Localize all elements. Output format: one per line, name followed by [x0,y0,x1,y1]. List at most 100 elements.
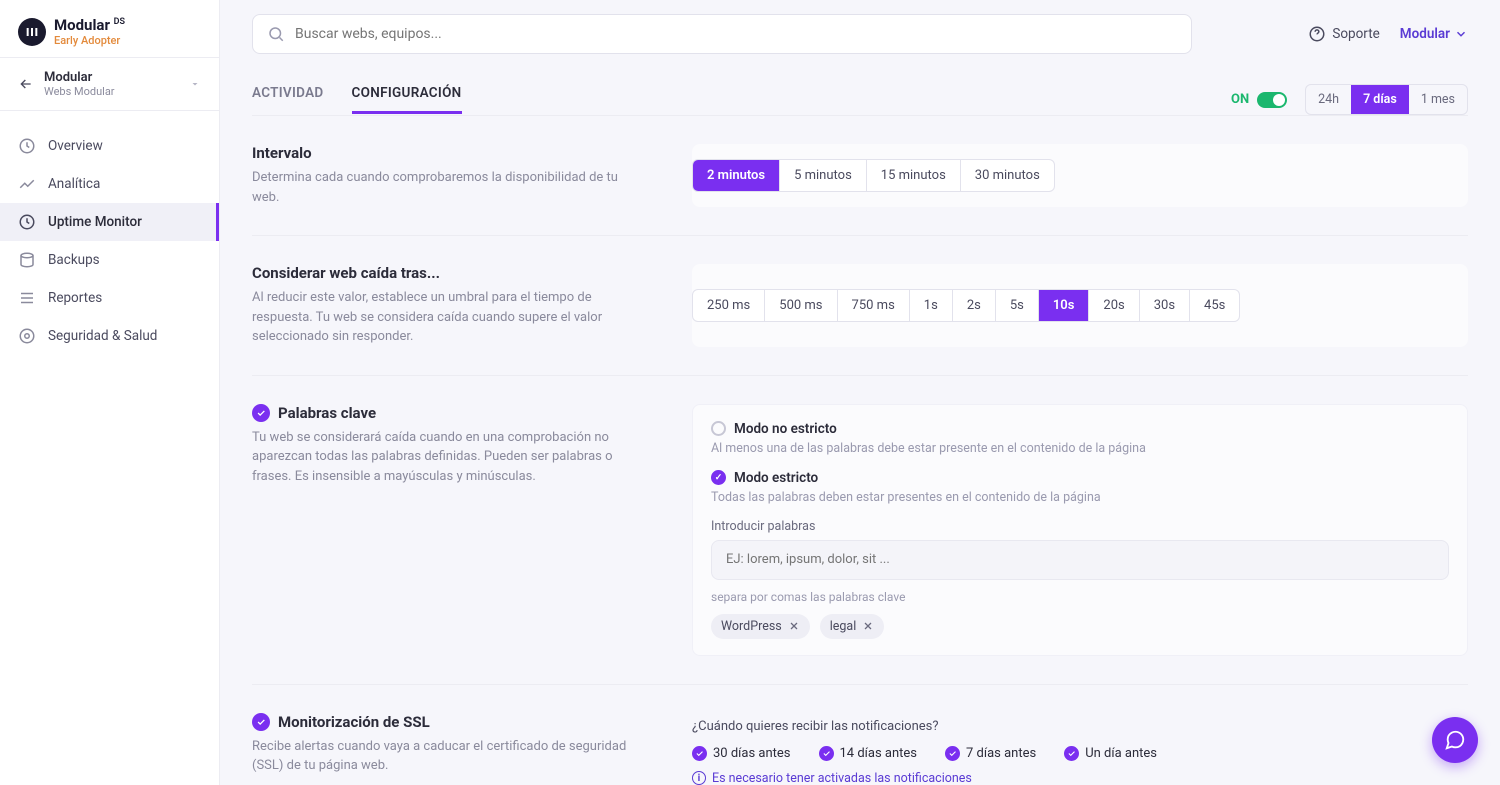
segment-option[interactable]: 750 ms [838,290,910,321]
nav-item-backups[interactable]: Backups [0,241,219,279]
ssl-option-label: Un día antes [1085,746,1157,761]
segment-option[interactable]: 5s [996,290,1039,321]
segment-option[interactable]: 30s [1140,290,1190,321]
segment-option[interactable]: 15 minutos [867,160,961,191]
nav: Overview Analítica Uptime Monitor Backups Re… [0,111,219,371]
ssl-option[interactable]: 30 días antes [692,746,791,761]
tabs-row: ACTIVIDAD CONFIGURACIÓN ON 24h7 días1 mes [252,68,1468,115]
ssl-option[interactable]: 7 días antes [945,746,1036,761]
nav-label: Seguridad & Salud [48,328,157,344]
info-icon: i [692,771,706,785]
downtime-options: 250 ms500 ms750 ms1s2s5s10s20s30s45s [692,289,1240,322]
keyword-chip: WordPress [711,614,810,639]
keywords-input[interactable] [711,540,1449,580]
mode-loose-radio[interactable]: Modo no estricto [711,421,1449,437]
segment-option[interactable]: 20s [1089,290,1139,321]
mode-strict-radio[interactable]: Modo estricto [711,470,1449,486]
ssl-options: 30 días antes 14 días antes 7 días antes Un… [692,746,1468,761]
segment-option[interactable]: 2s [953,290,996,321]
org-sub: Webs Modular [44,85,179,98]
ssl-option-label: 7 días antes [966,746,1036,761]
segment-option[interactable]: 250 ms [693,290,765,321]
content: ACTIVIDAD CONFIGURACIÓN ON 24h7 días1 mes… [220,68,1500,785]
nav-item-uptime-monitor[interactable]: Uptime Monitor [0,203,219,241]
org-name: Modular [44,70,179,85]
list-icon [18,289,36,307]
ssl-title: Monitorización de SSL [252,713,632,731]
keywords-input-hint: separa por comas las palabras clave [711,590,1449,604]
segment-option[interactable]: 10s [1039,290,1090,321]
ssl-option-label: 30 días antes [713,746,791,761]
nav-item-seguridad-salud[interactable]: Seguridad & Salud [0,317,219,355]
nav-label: Uptime Monitor [48,214,142,230]
keywords-desc: Tu web se considerará caída cuando en un… [252,428,632,487]
radio-icon [711,421,726,436]
mode-loose-hint: Al menos una de las palabras debe estar … [711,441,1449,456]
org-switcher[interactable]: Modular Webs Modular [0,57,219,111]
keywords-title: Palabras clave [252,404,632,422]
brand-name: Modular DS [54,16,125,34]
close-icon[interactable] [788,620,800,632]
tab-configuración[interactable]: CONFIGURACIÓN [352,85,462,114]
segment-option[interactable]: 500 ms [765,290,837,321]
ssl-option[interactable]: Un día antes [1064,746,1157,761]
ssl-option[interactable]: 14 días antes [819,746,918,761]
trend-icon [18,175,36,193]
toggle-switch[interactable] [1257,92,1287,108]
period-option[interactable]: 1 mes [1409,85,1467,114]
section-ssl: Monitorización de SSL Recibe alertas cua… [252,684,1468,785]
support-link[interactable]: Soporte [1308,25,1379,43]
segment-option[interactable]: 45s [1190,290,1239,321]
mode-strict-label: Modo estricto [734,470,818,486]
on-label: ON [1231,92,1249,107]
back-arrow-icon [18,76,34,92]
period-option[interactable]: 7 días [1351,85,1409,114]
nav-item-reportes[interactable]: Reportes [0,279,219,317]
keywords-input-label: Introducir palabras [711,519,1449,534]
mode-strict-hint: Todas las palabras deben estar presentes… [711,490,1449,505]
ssl-desc: Recibe alertas cuando vaya a caducar el … [252,737,632,776]
chevron-down-icon [189,78,201,90]
chat-button[interactable] [1432,717,1478,763]
nav-label: Analítica [48,176,100,192]
keyword-chips: WordPress legal [711,614,1449,639]
user-menu[interactable]: Modular [1400,26,1468,42]
gauge-icon [18,137,36,155]
downtime-title: Considerar web caída tras... [252,264,632,282]
logo: Modular DS Early Adopter [0,0,219,57]
help-icon [1308,25,1326,43]
logo-icon [18,18,46,46]
segment-option[interactable]: 30 minutos [961,160,1054,191]
support-label: Soporte [1332,26,1379,42]
section-keywords: Palabras clave Tu web se considerará caí… [252,375,1468,684]
check-icon [945,746,960,761]
nav-label: Reportes [48,290,102,306]
segment-option[interactable]: 1s [910,290,953,321]
keyword-chip: legal [820,614,885,639]
brand-tagline: Early Adopter [54,34,125,47]
ssl-question: ¿Cuándo quieres recibir las notificacion… [692,719,1468,734]
keywords-panel: Modo no estricto Al menos una de las pal… [692,404,1468,656]
search-input[interactable] [295,26,1177,42]
downtime-desc: Al reducir este valor, establece un umbr… [252,288,632,347]
period-option[interactable]: 24h [1306,85,1351,114]
close-icon[interactable] [862,620,874,632]
check-icon [1064,746,1079,761]
check-icon [819,746,834,761]
search-icon [267,25,285,43]
ssl-panel: ¿Cuándo quieres recibir las notificacion… [692,713,1468,785]
search-box[interactable] [252,14,1192,54]
segment-option[interactable]: 5 minutos [780,160,867,191]
chevron-down-icon [1454,27,1468,41]
check-icon [252,713,270,731]
topbar: Soporte Modular [220,0,1500,68]
chip-label: legal [830,619,857,634]
tab-actividad[interactable]: ACTIVIDAD [252,85,324,114]
shield-icon [18,327,36,345]
database-icon [18,251,36,269]
mode-loose-label: Modo no estricto [734,421,837,437]
monitor-toggle[interactable]: ON [1231,92,1287,108]
segment-option[interactable]: 2 minutos [693,160,780,191]
nav-item-overview[interactable]: Overview [0,127,219,165]
nav-item-anal-tica[interactable]: Analítica [0,165,219,203]
